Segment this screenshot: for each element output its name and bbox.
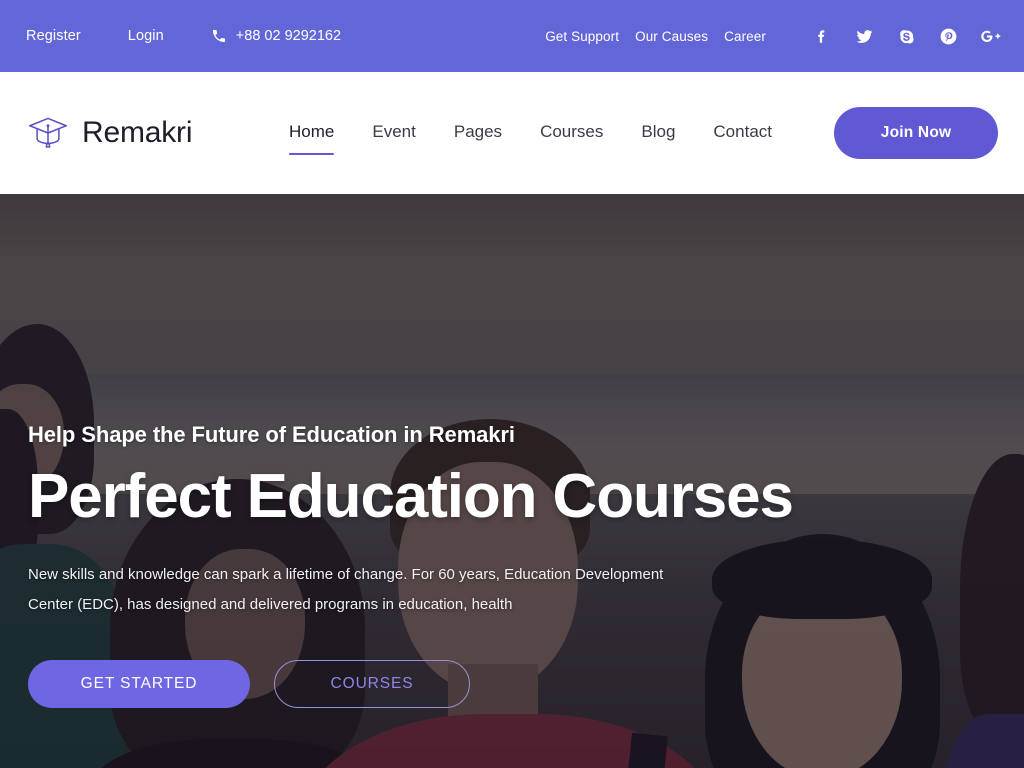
skype-icon[interactable] [894,24,918,48]
get-support-link[interactable]: Get Support [545,29,619,44]
social-links [792,24,1002,48]
top-bar: Register Login +88 02 9292162 Get Suppor… [0,0,1024,72]
hero-title: Perfect Education Courses [28,462,794,532]
phone-icon [211,28,227,44]
brand-logo[interactable]: Remakri [26,113,192,153]
graduation-cap-icon [26,113,70,153]
nav-item-pages[interactable]: Pages [454,114,502,152]
top-bar-left-group: Register Login +88 02 9292162 [26,28,341,44]
hero-subtitle: Help Shape the Future of Education in Re… [28,422,515,447]
our-causes-link[interactable]: Our Causes [635,29,708,44]
career-link[interactable]: Career [724,29,766,44]
register-link[interactable]: Register [26,28,81,44]
phone-block[interactable]: +88 02 9292162 [211,28,341,44]
hero-paragraph: New skills and knowledge can spark a lif… [28,565,664,613]
nav-item-blog[interactable]: Blog [641,114,675,152]
top-bar-right-group: Get Support Our Causes Career [529,24,1002,48]
main-navbar: Remakri Home Event Pages Courses Blog Co… [0,72,1024,194]
hero-button-group: GET STARTED COURSES [28,659,928,708]
nav-menu: Home Event Pages Courses Blog Contact Jo… [289,107,998,159]
facebook-icon[interactable] [810,24,834,48]
nav-item-home[interactable]: Home [289,114,335,155]
get-started-button[interactable]: GET STARTED [28,659,250,708]
twitter-icon[interactable] [852,24,876,48]
join-now-button[interactable]: Join Now [834,107,998,159]
login-link[interactable]: Login [128,28,164,44]
google-plus-icon[interactable] [978,24,1002,48]
phone-number: +88 02 9292162 [235,28,342,44]
nav-item-event[interactable]: Event [372,114,415,152]
hero-content: Help Shape the Future of Education in Re… [28,194,928,768]
brand-name: Remakri [82,116,193,149]
nav-item-courses[interactable]: Courses [540,114,603,152]
courses-button[interactable]: COURSES [274,659,470,708]
nav-item-contact[interactable]: Contact [713,114,772,152]
hero-section: Help Shape the Future of Education in Re… [0,194,1024,768]
pinterest-icon[interactable] [936,24,960,48]
